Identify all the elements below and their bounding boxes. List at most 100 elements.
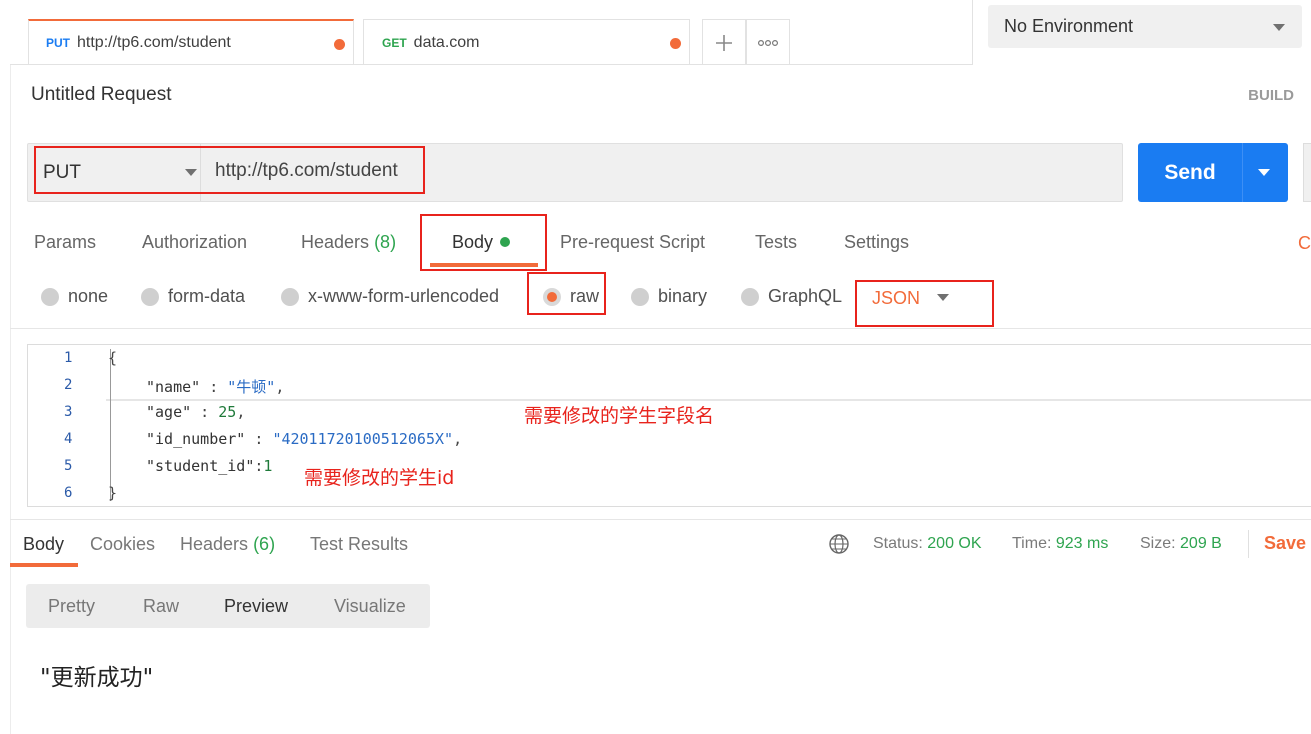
radio-label: GraphQL bbox=[768, 286, 843, 306]
environment-select[interactable]: No Environment bbox=[988, 5, 1302, 48]
radio-none[interactable]: none bbox=[41, 286, 108, 307]
response-headers-count: (6) bbox=[253, 534, 276, 554]
line-number: 1 bbox=[64, 350, 73, 366]
new-tab-button[interactable] bbox=[702, 19, 746, 65]
json-sep: : bbox=[191, 403, 219, 421]
chevron-down-icon[interactable] bbox=[1258, 169, 1270, 176]
code-line-5: "student_id":1 bbox=[108, 457, 272, 475]
tab-cookies-cut[interactable]: C bbox=[1298, 233, 1311, 254]
response-tab-headers[interactable]: Headers (6) bbox=[180, 534, 275, 555]
json-sep: : bbox=[200, 378, 228, 396]
json-key: "id_number" bbox=[146, 430, 246, 448]
response-tab-body[interactable]: Body bbox=[23, 534, 64, 555]
json-key: "student_id" bbox=[146, 457, 255, 475]
left-border bbox=[10, 65, 11, 734]
code-line-1: { bbox=[108, 349, 118, 367]
view-pretty[interactable]: Pretty bbox=[48, 596, 95, 617]
env-divider bbox=[972, 0, 973, 65]
tab-authorization[interactable]: Authorization bbox=[142, 232, 247, 253]
json-value: "牛顿" bbox=[227, 378, 276, 396]
tab-put-student[interactable]: PUT http://tp6.com/student bbox=[28, 19, 354, 65]
tab-params[interactable]: Params bbox=[34, 232, 96, 253]
build-label[interactable]: BUILD bbox=[1248, 87, 1294, 104]
line-number: 5 bbox=[64, 458, 73, 474]
status-readout[interactable]: Status: 200 OK bbox=[873, 535, 982, 553]
json-value: "42011720100512065X" bbox=[272, 430, 454, 448]
unsaved-dot-icon bbox=[334, 39, 345, 50]
brace-guide bbox=[110, 349, 111, 501]
radio-icon bbox=[41, 287, 59, 306]
radio-label: binary bbox=[658, 286, 708, 306]
response-divider bbox=[10, 519, 1311, 520]
annotation-student-id: 需要修改的学生id bbox=[304, 467, 455, 489]
response-active-indicator bbox=[10, 563, 78, 567]
annotation-field-names: 需要修改的学生字段名 bbox=[524, 405, 715, 427]
code-line-2: "name" : "牛顿", bbox=[108, 376, 284, 397]
save-response-button[interactable]: Save bbox=[1264, 533, 1306, 554]
json-comma: , bbox=[236, 403, 246, 421]
tab-headers-label: Headers bbox=[301, 232, 370, 252]
tab-get-data[interactable]: GET data.com bbox=[363, 19, 690, 65]
tab-url: data.com bbox=[413, 33, 480, 51]
time-label: Time: bbox=[1012, 535, 1052, 552]
headers-count: (8) bbox=[374, 232, 397, 252]
view-preview[interactable]: Preview bbox=[224, 596, 288, 617]
json-sep: : bbox=[245, 430, 273, 448]
highlight-box-json bbox=[855, 280, 994, 327]
radio-label: form-data bbox=[168, 286, 246, 306]
tab-method: PUT bbox=[46, 36, 70, 50]
radio-binary[interactable]: binary bbox=[631, 286, 707, 307]
response-tab-test-results[interactable]: Test Results bbox=[310, 534, 408, 555]
send-label: Send bbox=[1164, 160, 1216, 184]
send-button[interactable]: Send bbox=[1138, 143, 1288, 202]
tab-headers[interactable]: Headers (8) bbox=[301, 232, 396, 253]
json-key: "age" bbox=[146, 403, 192, 421]
meta-divider bbox=[1248, 530, 1249, 558]
plus-icon bbox=[716, 34, 732, 51]
radio-icon bbox=[281, 287, 299, 306]
unsaved-dot-icon bbox=[670, 38, 681, 49]
response-tab-cookies[interactable]: Cookies bbox=[90, 534, 155, 555]
section-divider bbox=[10, 328, 1311, 329]
view-visualize[interactable]: Visualize bbox=[334, 596, 406, 617]
code-line-4: "id_number" : "42011720100512065X", bbox=[108, 430, 462, 448]
save-button-edge[interactable] bbox=[1303, 143, 1311, 202]
status-label: Status: bbox=[873, 535, 923, 552]
json-value: 1 bbox=[263, 457, 273, 475]
radio-icon bbox=[141, 287, 159, 306]
size-value: 209 B bbox=[1180, 535, 1222, 552]
response-tab-headers-label: Headers bbox=[180, 534, 249, 554]
line-number: 3 bbox=[64, 404, 73, 420]
radio-graphql[interactable]: GraphQL bbox=[741, 286, 842, 307]
tab-prerequest-script[interactable]: Pre-request Script bbox=[560, 232, 705, 253]
time-readout[interactable]: Time: 923 ms bbox=[1012, 535, 1108, 553]
highlight-box-body bbox=[420, 214, 547, 271]
highlight-box-raw bbox=[527, 272, 606, 315]
code-line-6: } bbox=[108, 484, 118, 502]
tab-method: GET bbox=[382, 35, 407, 50]
radio-icon bbox=[631, 287, 649, 306]
globe-icon[interactable] bbox=[828, 533, 850, 555]
code-line-3: "age" : 25, bbox=[108, 403, 245, 421]
size-label: Size: bbox=[1140, 535, 1176, 552]
tab-url: http://tp6.com/student bbox=[77, 34, 231, 51]
radio-form-data[interactable]: form-data bbox=[141, 286, 245, 307]
status-value: 200 OK bbox=[927, 535, 982, 552]
view-mode-bar: Pretty Raw Preview Visualize bbox=[26, 584, 430, 628]
radio-urlencoded[interactable]: x-www-form-urlencoded bbox=[281, 286, 499, 307]
line-gutter bbox=[28, 345, 106, 506]
tab-tests[interactable]: Tests bbox=[755, 232, 797, 253]
json-value: 25 bbox=[218, 403, 237, 421]
send-divider bbox=[1242, 143, 1243, 202]
size-readout[interactable]: Size: 209 B bbox=[1140, 535, 1222, 553]
json-key: "name" bbox=[146, 378, 201, 396]
more-tabs-button[interactable] bbox=[746, 19, 790, 65]
radio-icon bbox=[741, 287, 759, 306]
radio-label: x-www-form-urlencoded bbox=[308, 286, 500, 306]
radio-label: none bbox=[68, 286, 109, 306]
view-raw[interactable]: Raw bbox=[143, 596, 179, 617]
tab-settings[interactable]: Settings bbox=[844, 232, 909, 253]
highlight-box-url bbox=[34, 146, 425, 194]
more-icon bbox=[757, 39, 779, 46]
response-body-preview: "更新成功" bbox=[40, 665, 154, 691]
